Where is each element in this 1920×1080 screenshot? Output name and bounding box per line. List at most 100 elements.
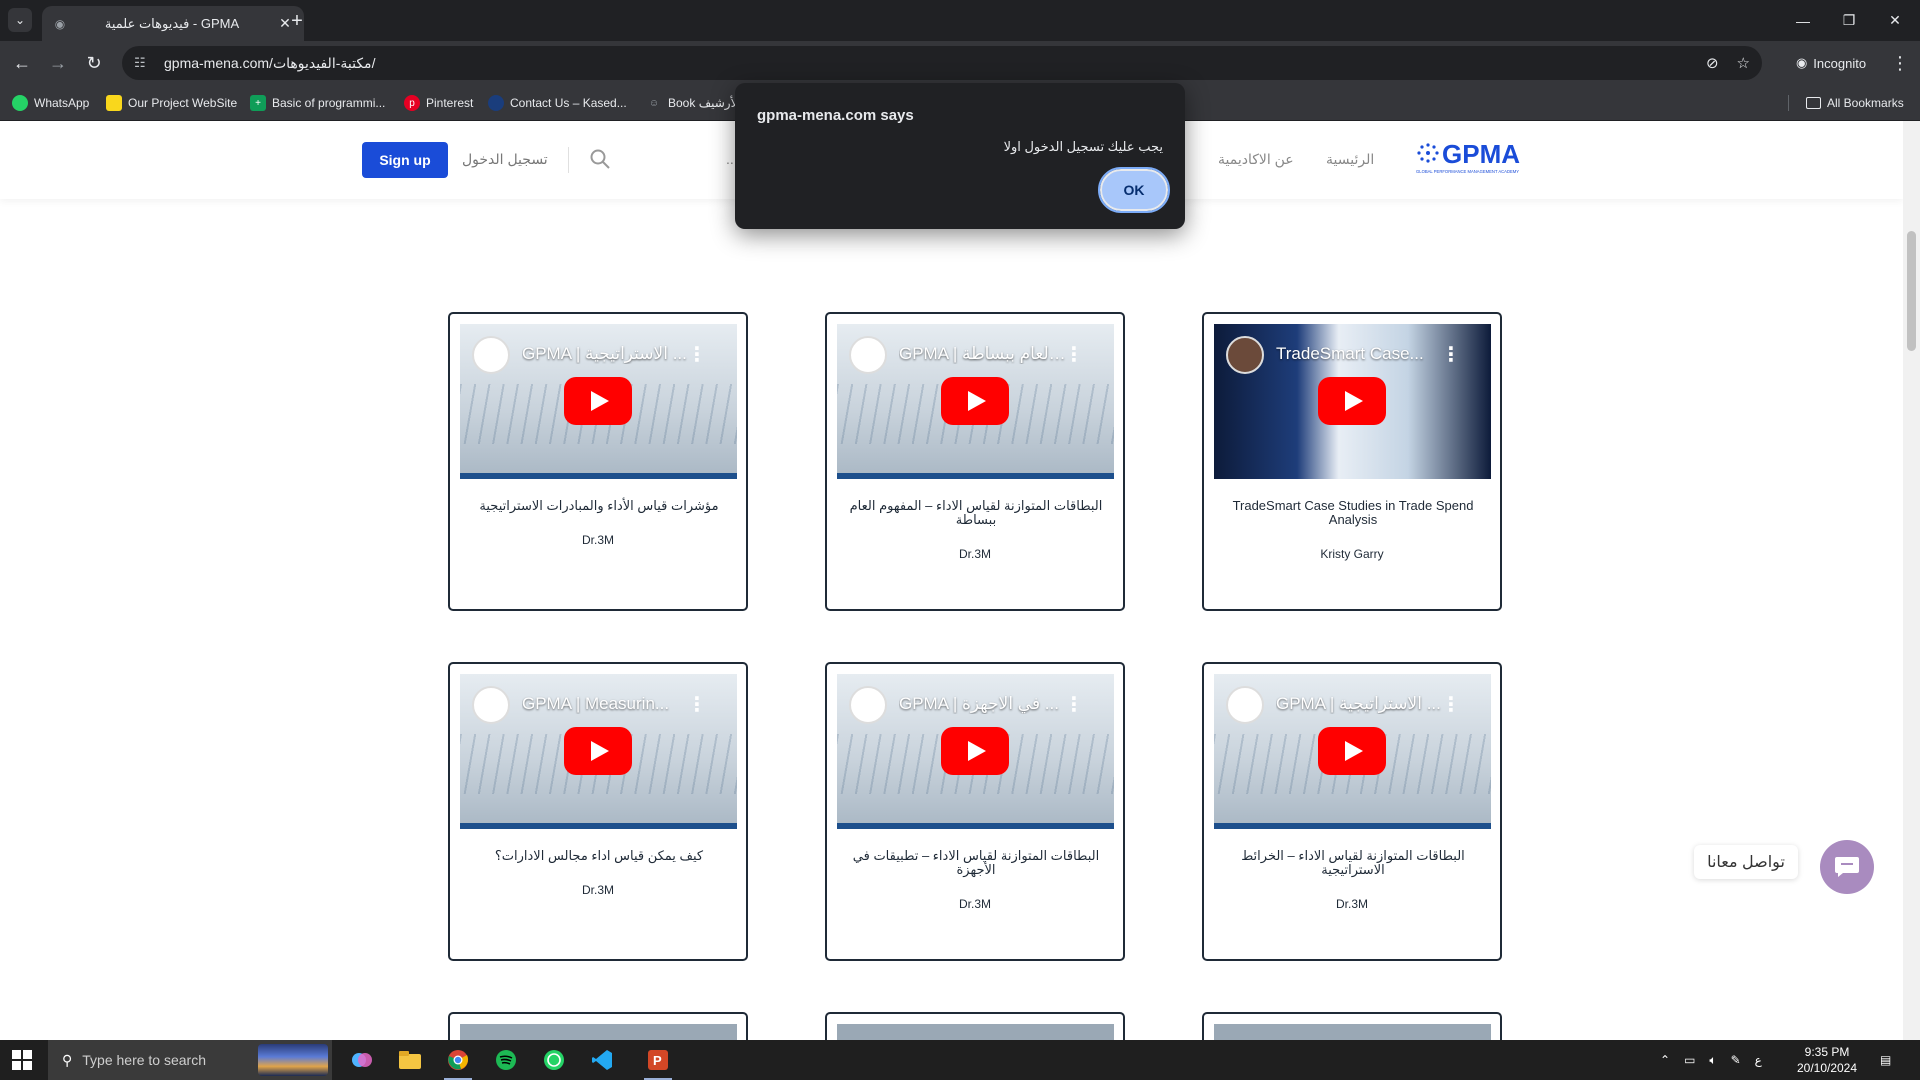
more-options-icon[interactable]: ⋮ (1441, 342, 1461, 367)
clock[interactable]: 9:35 PM 20/10/2024 (1792, 1044, 1862, 1076)
bookmark-book[interactable]: ☺ Book الأرشيف (646, 93, 741, 113)
whatsapp-icon (12, 95, 28, 111)
pen-icon[interactable]: ✎ (1731, 1053, 1741, 1067)
incognito-icon: ◉ (1795, 55, 1808, 70)
dialog-ok-button[interactable]: OK (1098, 167, 1170, 213)
video-title[interactable]: TradeSmart Case Studies in Trade Spend A… (1218, 499, 1488, 527)
video-thumbnail[interactable]: TradeSmart Case... ⋮ (1214, 324, 1491, 479)
network-icon[interactable]: ▭ (1684, 1053, 1695, 1067)
video-title[interactable]: مؤشرات قياس الأداء والمبادرات الاستراتيج… (464, 499, 734, 513)
windows-taskbar: ⚲ Type here to search P ⌃ ▭ 🔈︎ ✎ ع 9:35 … (0, 1040, 1920, 1080)
bookmark-project-website[interactable]: Our Project WebSite (106, 93, 237, 113)
close-window-button[interactable]: ✕ (1872, 0, 1918, 41)
signup-button[interactable]: Sign up (362, 142, 448, 178)
scrollbar-thumb[interactable] (1907, 231, 1916, 351)
dialog-message: يجب عليك تسجيل الدخول اولا (1003, 139, 1163, 154)
more-options-icon[interactable]: ⋮ (1441, 692, 1461, 717)
new-tab-button[interactable]: + (284, 8, 310, 34)
vscode-icon[interactable] (584, 1044, 620, 1076)
video-author: Kristy Garry (1320, 547, 1384, 561)
thumbnail-title: GPMA | في الاجهزة ... (899, 694, 1059, 713)
all-bookmarks-button[interactable]: All Bookmarks (1806, 93, 1904, 113)
windows-start-icon[interactable] (12, 1050, 32, 1070)
powerpoint-icon[interactable]: P (640, 1044, 676, 1080)
play-button-icon[interactable] (1318, 377, 1386, 425)
more-options-icon[interactable]: ⋮ (1064, 342, 1084, 367)
video-thumbnail[interactable]: GPMA | الاستراتيجية ... ⋮ (1214, 674, 1491, 829)
taskbar-search[interactable]: ⚲ Type here to search (48, 1040, 332, 1080)
login-link[interactable]: تسجيل الدخول (462, 151, 548, 168)
thumbnail-title: GPMA | Measurin... (522, 694, 670, 713)
eye-off-icon[interactable]: ⊘ (1706, 54, 1719, 72)
address-bar[interactable]: ☷ gpma-mena.com/مكتبة-الفيديوهات/ ⊘ ☆ (122, 46, 1762, 80)
search-highlight-image (258, 1044, 328, 1076)
video-thumbnail[interactable]: GPMA | Measurin... ⋮ (460, 674, 737, 829)
copilot-icon[interactable] (344, 1044, 380, 1076)
incognito-tab-icon: ◉ (54, 16, 66, 31)
chrome-icon[interactable] (440, 1044, 476, 1080)
chevron-up-icon[interactable]: ⌃ (1660, 1053, 1670, 1067)
nav-home[interactable]: الرئيسية (1326, 151, 1374, 168)
search-icon[interactable] (588, 147, 612, 171)
video-thumbnail[interactable]: GPMA | الاستراتيجية ... ⋮ (460, 324, 737, 479)
video-title[interactable]: كيف يمكن قياس اداء مجالس الادارات؟ (464, 849, 734, 863)
video-title[interactable]: البطاقات المتوازنة لقياس الاداء – تطبيقا… (841, 849, 1111, 877)
more-options-icon[interactable]: ⋮ (687, 692, 707, 717)
language-indicator[interactable]: ع (1755, 1053, 1762, 1067)
video-title[interactable]: البطاقات المتوازنة لقياس الاداء – الخرائ… (1218, 849, 1488, 877)
play-button-icon[interactable] (941, 377, 1009, 425)
forward-button[interactable]: → (44, 49, 72, 77)
tab-search-button[interactable]: ⌄ (8, 8, 32, 32)
play-button-icon[interactable] (564, 377, 632, 425)
restore-button[interactable]: ❐ (1826, 0, 1872, 41)
video-author: Dr.3M (958, 897, 991, 911)
reload-button[interactable]: ↻ (80, 49, 108, 77)
video-card-partial[interactable] (1202, 1012, 1502, 1040)
more-options-icon[interactable]: ⋮ (1064, 692, 1084, 717)
bookmark-basic-programming[interactable]: + Basic of programmi... (250, 93, 385, 113)
back-button[interactable]: ← (8, 49, 36, 77)
site-icon (488, 95, 504, 111)
minimize-button[interactable]: — (1780, 0, 1826, 41)
channel-avatar (849, 336, 887, 374)
browser-menu-icon[interactable]: ⋮ (1890, 49, 1910, 77)
volume-icon[interactable]: 🔈︎ (1709, 1053, 1716, 1068)
video-card[interactable]: GPMA | العام ببساطة ... ⋮ البطاقات المتو… (825, 312, 1125, 611)
play-button-icon[interactable] (564, 727, 632, 775)
video-thumbnail[interactable]: GPMA | العام ببساطة ... ⋮ (837, 324, 1114, 479)
nav-about[interactable]: عن الاكاديمية (1218, 151, 1294, 168)
file-explorer-icon[interactable] (392, 1044, 428, 1076)
play-button-icon[interactable] (941, 727, 1009, 775)
bookmark-contact-us[interactable]: Contact Us – Kased... (488, 93, 627, 113)
video-thumbnail[interactable]: GPMA | في الاجهزة ... ⋮ (837, 674, 1114, 829)
more-options-icon[interactable]: ⋮ (687, 342, 707, 367)
video-card[interactable]: GPMA | Measurin... ⋮ كيف يمكن قياس اداء … (448, 662, 748, 961)
chat-button[interactable] (1820, 840, 1874, 894)
thumbnail-title: GPMA | العام ببساطة ... (899, 344, 1069, 363)
video-title[interactable]: البطاقات المتوازنة لقياس الاداء – المفهو… (841, 499, 1111, 527)
incognito-indicator[interactable]: ◉ Incognito (1776, 47, 1886, 79)
video-card[interactable]: GPMA | الاستراتيجية ... ⋮ مؤشرات قياس ال… (448, 312, 748, 611)
notifications-icon[interactable]: ▤ (1880, 1040, 1891, 1080)
gpma-logo[interactable]: GPMA GLOBAL PERFORMANCE MANAGEMENT ACADE… (1414, 139, 1539, 181)
bookmark-star-icon[interactable]: ☆ (1737, 54, 1750, 72)
browser-toolbar: ← → ↻ ☷ gpma-mena.com/مكتبة-الفيديوهات/ … (0, 41, 1920, 85)
url-text: gpma-mena.com/مكتبة-الفيديوهات/ (164, 54, 376, 71)
play-button-icon[interactable] (1318, 727, 1386, 775)
whatsapp-icon[interactable] (536, 1044, 572, 1076)
contact-us-label[interactable]: تواصل معانا (1694, 845, 1798, 879)
bookmark-whatsapp[interactable]: WhatsApp (12, 93, 89, 113)
bookmark-pinterest[interactable]: p Pinterest (404, 93, 473, 113)
header-divider (568, 147, 569, 173)
video-card[interactable]: TradeSmart Case... ⋮ TradeSmart Case Stu… (1202, 312, 1502, 611)
page-scrollbar[interactable] (1903, 121, 1920, 1040)
spotify-icon[interactable] (488, 1044, 524, 1076)
browser-tab[interactable]: ◉ فيديوهات علمية - GPMA ✕ (42, 6, 304, 41)
pinterest-icon: p (404, 95, 420, 111)
video-card-partial[interactable] (825, 1012, 1125, 1040)
video-card-partial[interactable] (448, 1012, 748, 1040)
video-card[interactable]: GPMA | الاستراتيجية ... ⋮ البطاقات المتو… (1202, 662, 1502, 961)
site-info-icon[interactable]: ☷ (134, 55, 154, 71)
video-card[interactable]: GPMA | في الاجهزة ... ⋮ البطاقات المتواز… (825, 662, 1125, 961)
thumbnail-title: GPMA | الاستراتيجية ... (522, 344, 687, 363)
